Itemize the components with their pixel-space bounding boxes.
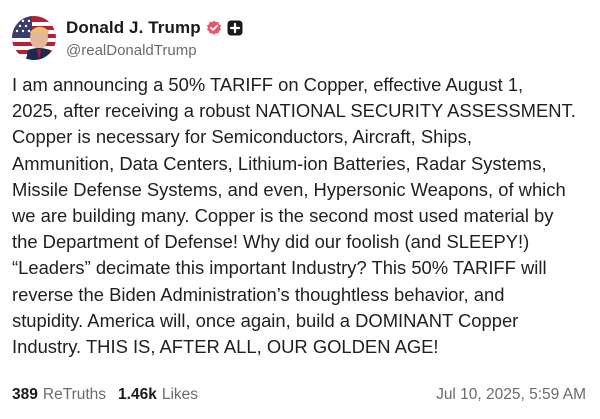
author-display-name[interactable]: Donald J. Trump <box>66 18 201 38</box>
avatar[interactable] <box>12 16 56 60</box>
post-body-line: Copper is necessary for Semiconductors, … <box>12 126 472 148</box>
post-body-line: “Leaders” decimate this important Indust… <box>12 257 547 279</box>
post-body-line: Industry. THIS IS, AFTER ALL, OUR GOLDEN… <box>12 336 439 358</box>
author-handle[interactable]: @realDonaldTrump <box>66 42 243 59</box>
retruths-label: ReTruths <box>42 386 107 403</box>
post-body: I am announcing a 50% TARIFF on Copper, … <box>12 72 592 360</box>
plus-square-icon <box>227 20 243 36</box>
post-body-line: I am announcing a 50% TARIFF on Copper, … <box>12 74 524 95</box>
likes-stat[interactable]: 1.46k Likes <box>118 386 198 404</box>
likes-count: 1.46k <box>118 386 157 403</box>
post-body-line: reverse the Biden Administration’s thoug… <box>12 283 505 305</box>
retruths-count: 389 <box>12 386 38 403</box>
post-body-line: Ammunition, Data Centers, Lithium-ion Ba… <box>12 152 547 174</box>
retruths-stat[interactable]: 389 ReTruths <box>12 386 106 404</box>
post-body-line: we are building many. Copper is the seco… <box>12 205 554 227</box>
post-card: Donald J. Trump @realDonaldTrump I am an… <box>0 0 600 419</box>
post-body-line: stupidity. America will, once again, bui… <box>12 309 519 331</box>
post-body-line: Missile Defense Systems, and even, Hyper… <box>12 178 566 200</box>
post-header: Donald J. Trump @realDonaldTrump <box>12 14 243 62</box>
likes-label: Likes <box>161 386 199 403</box>
post-footer: 389 ReTruths 1.46k Likes Jul 10, 2025, 5… <box>12 383 586 407</box>
author-name-row: Donald J. Trump <box>66 17 243 39</box>
verified-check-icon <box>206 20 222 36</box>
author-block: Donald J. Trump @realDonaldTrump <box>66 17 243 59</box>
post-body-line: the Department of Defense! Why did our f… <box>12 231 530 253</box>
avatar-flag-image <box>12 16 56 60</box>
post-body-line: 2025, after receiving a robust NATIONAL … <box>12 100 576 122</box>
post-timestamp[interactable]: Jul 10, 2025, 5:59 AM <box>436 386 586 404</box>
